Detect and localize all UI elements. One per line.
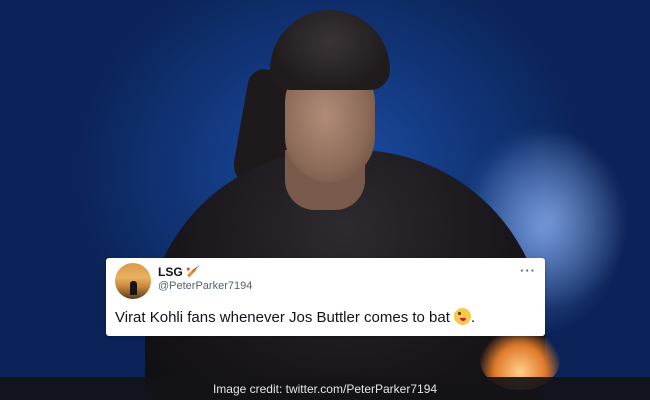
avatar[interactable] xyxy=(115,263,151,299)
cricket-bat-icon: 🏏 xyxy=(186,266,200,278)
tweet-body: Virat Kohli fans whenever Jos Buttler co… xyxy=(115,309,450,326)
more-options-icon[interactable]: ··· xyxy=(520,263,536,278)
avatar-figure xyxy=(130,281,137,295)
tweet-text: Virat Kohli fans whenever Jos Buttler co… xyxy=(115,308,475,326)
tweet-punct: . xyxy=(470,309,476,326)
caption-bar: Image credit: twitter.com/PeterParker719… xyxy=(0,377,650,400)
display-name[interactable]: LSG xyxy=(158,265,183,279)
background-image xyxy=(0,0,650,400)
zany-face-icon xyxy=(453,308,471,325)
tweet-card[interactable]: LSG 🏏 @PeterParker7194 ··· Virat Kohli f… xyxy=(106,258,545,336)
bandana xyxy=(270,10,390,90)
image-credit: Image credit: twitter.com/PeterParker719… xyxy=(212,382,438,396)
user-handle[interactable]: @PeterParker7194 xyxy=(158,280,252,292)
